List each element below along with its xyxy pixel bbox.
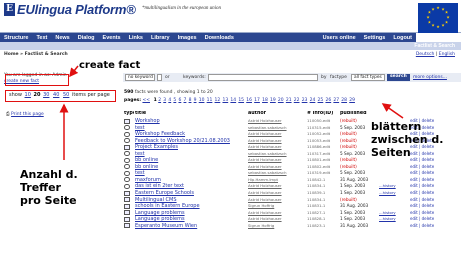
- arrow-create-fact: [69, 65, 79, 78]
- annotation-arrows: [59, 65, 404, 160]
- arrow-pagination: [381, 103, 404, 119]
